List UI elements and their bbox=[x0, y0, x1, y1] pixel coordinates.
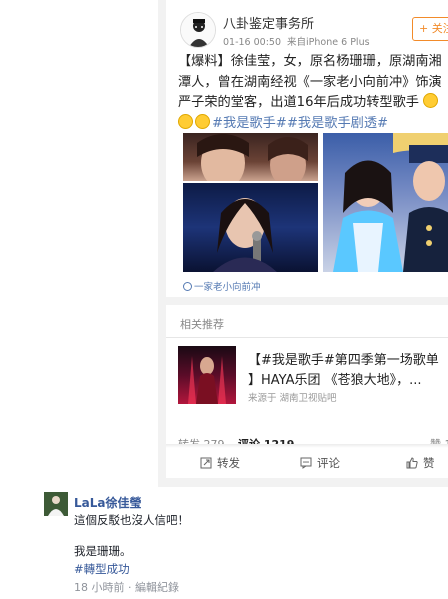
post-hashtags[interactable]: #我是歌手##我是歌手剧透# bbox=[212, 116, 388, 131]
comment-meta: 18 小時前 · 編輯紀錄 bbox=[74, 579, 179, 595]
comment-timestamp[interactable]: 18 小時前 bbox=[74, 581, 125, 594]
post-source: 来自iPhone 6 Plus bbox=[287, 37, 370, 48]
related-item-source: 来源于 湖南卫视贴吧 bbox=[248, 393, 337, 404]
comment-button[interactable]: 评论 bbox=[300, 455, 340, 471]
author-name[interactable]: 八卦鉴定事务所 bbox=[223, 13, 314, 32]
post-photo-1[interactable] bbox=[183, 133, 318, 181]
repost-icon bbox=[200, 457, 212, 469]
meta-separator: · bbox=[128, 581, 132, 594]
related-divider bbox=[166, 337, 448, 338]
bottom-strip bbox=[166, 478, 448, 487]
related-thumbnail[interactable] bbox=[178, 346, 236, 404]
smile-emoji-icon bbox=[195, 113, 210, 129]
action-bar: 转发 评论 赞 bbox=[166, 448, 448, 478]
follow-button[interactable]: + 关注 bbox=[412, 17, 448, 41]
comment-line-1: 這個反駁也沒人信吧！ bbox=[74, 513, 189, 527]
post-text: 【爆料】徐佳莹，女，原名杨珊珊，原湖南湘 潭人，曾在湖南经视《一家老小向前冲》饰… bbox=[178, 52, 448, 134]
section-divider bbox=[166, 297, 448, 305]
photo-location-tag[interactable]: 一家老小向前冲 bbox=[183, 279, 261, 293]
related-item-title[interactable]: 【#我是歌手#第四季第一场歌单 】HAYA乐团 《苍狼大地》，... bbox=[248, 351, 448, 391]
related-title: 相关推荐 bbox=[180, 318, 224, 331]
post-text-line: #我是歌手##我是歌手剧透# bbox=[178, 113, 448, 135]
post-meta: 01-16 00:50 来自iPhone 6 Plus bbox=[223, 34, 370, 48]
thumbs-up-icon bbox=[406, 457, 418, 469]
weibo-screenshot: 八卦鉴定事务所 01-16 00:50 来自iPhone 6 Plus + 关注… bbox=[158, 0, 448, 487]
post-time: 01-16 00:50 bbox=[223, 37, 282, 48]
smile-emoji-icon bbox=[423, 93, 439, 108]
post-text-line: 严子荣的堂客，出道16年后成功转型歌手 bbox=[178, 93, 448, 114]
like-button[interactable]: 赞 bbox=[406, 455, 435, 471]
edit-history-link[interactable]: 編輯紀錄 bbox=[135, 581, 179, 594]
smile-emoji-icon bbox=[178, 113, 193, 129]
post-photo-3[interactable] bbox=[323, 133, 448, 272]
comment-line-2: 我是珊珊。 bbox=[74, 544, 132, 558]
commenter-avatar[interactable] bbox=[44, 492, 68, 516]
repost-button[interactable]: 转发 bbox=[200, 455, 240, 471]
post-text-line: 潭人，曾在湖南经视《一家老小向前冲》饰演 bbox=[178, 74, 442, 90]
comment-hashtag[interactable]: #轉型成功 bbox=[74, 561, 130, 577]
author-avatar[interactable] bbox=[180, 12, 216, 48]
comment-icon bbox=[300, 457, 312, 469]
weibo-post-card: 八卦鉴定事务所 01-16 00:50 来自iPhone 6 Plus + 关注… bbox=[166, 0, 448, 487]
post-photo-2[interactable] bbox=[183, 183, 318, 272]
post-text-line: 【爆料】徐佳莹，女，原名杨珊珊，原湖南湘 bbox=[178, 54, 442, 69]
location-icon bbox=[183, 282, 192, 291]
commenter-name[interactable]: LaLa徐佳瑩 bbox=[74, 494, 142, 511]
